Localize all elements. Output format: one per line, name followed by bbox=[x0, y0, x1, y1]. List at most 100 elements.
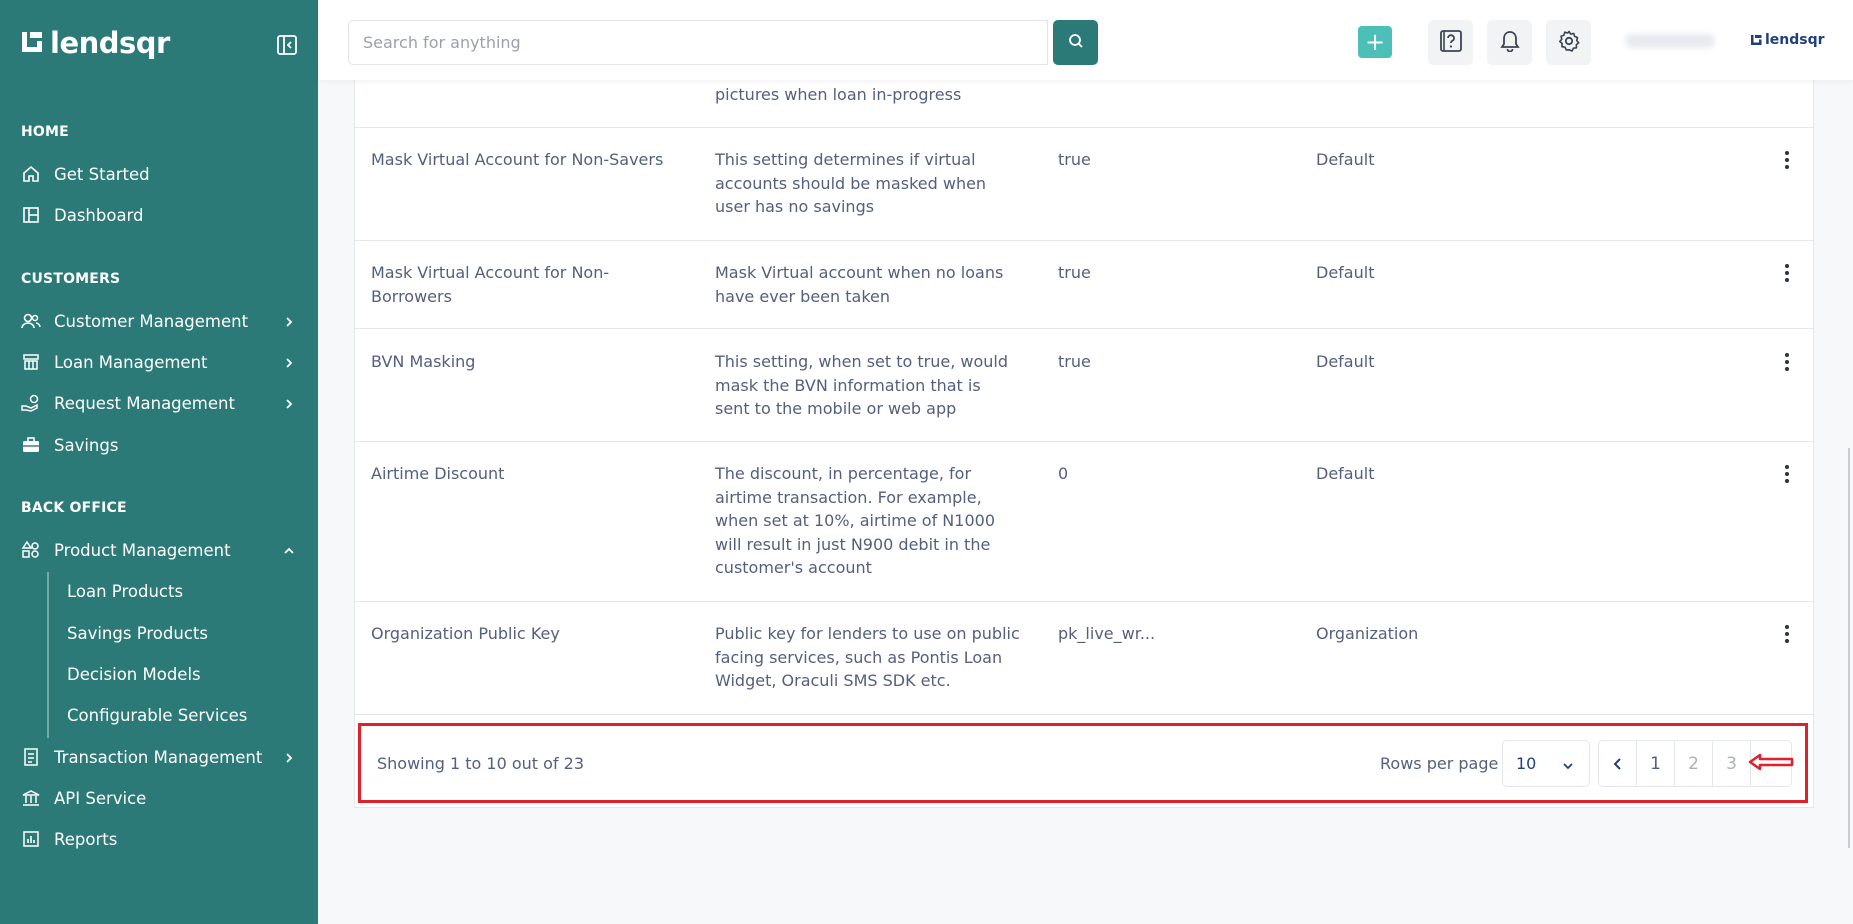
rows-per-page-value: 10 bbox=[1516, 754, 1537, 773]
chevron-right-icon bbox=[282, 314, 296, 328]
sidebar-item-label: Transaction Management bbox=[54, 747, 263, 767]
setting-value: true bbox=[1058, 263, 1091, 282]
setting-value: 0 bbox=[1058, 464, 1069, 483]
setting-description: The discount, in percentage, for airtime… bbox=[715, 464, 995, 577]
more-vertical-icon[interactable] bbox=[1777, 622, 1797, 646]
sidebar-item-get-started[interactable]: Get Started bbox=[0, 156, 318, 192]
setting-value: true bbox=[1058, 150, 1091, 169]
section-home: HOME bbox=[21, 124, 69, 140]
table-row: Mask Virtual Account for Non-Savers This… bbox=[355, 128, 1813, 241]
sidebar-collapse-icon[interactable] bbox=[276, 34, 298, 56]
chevron-right-icon bbox=[282, 355, 296, 369]
shapes-icon bbox=[21, 540, 41, 560]
setting-description: This setting, when set to true, would ma… bbox=[715, 352, 1009, 418]
sidebar-item-reports[interactable]: Reports bbox=[0, 821, 318, 857]
sidebar-item-label: Dashboard bbox=[54, 205, 144, 225]
brand-name: lendsqr bbox=[50, 26, 170, 60]
more-vertical-icon[interactable] bbox=[1777, 261, 1797, 285]
topbar: + lendsqr bbox=[318, 0, 1853, 80]
pagination-bar: Showing 1 to 10 out of 23 Rows per page … bbox=[358, 723, 1808, 803]
briefcase-icon bbox=[21, 435, 41, 455]
home-icon bbox=[21, 164, 41, 184]
bar-chart-icon bbox=[21, 829, 41, 849]
plus-icon: + bbox=[1364, 28, 1386, 56]
sidebar-item-request-management[interactable]: Request Management bbox=[0, 385, 318, 421]
page-3-button[interactable]: 3 bbox=[1713, 741, 1751, 786]
user-name-blurred[interactable] bbox=[1625, 34, 1715, 48]
prev-page-button[interactable] bbox=[1599, 741, 1637, 786]
setting-description: Public key for lenders to use on public … bbox=[715, 624, 1020, 690]
main-content: pictures when loan in-progress Mask Virt… bbox=[318, 0, 1853, 924]
sidebar-item-savings[interactable]: Savings bbox=[0, 427, 318, 463]
setting-type: Default bbox=[1316, 263, 1375, 282]
search-input[interactable] bbox=[348, 20, 1048, 65]
page-2-button[interactable]: 2 bbox=[1675, 741, 1713, 786]
bank-icon bbox=[21, 352, 41, 372]
setting-type: Default bbox=[1316, 352, 1375, 371]
chevron-down-icon bbox=[1561, 758, 1575, 772]
sidebar-item-transaction-management[interactable]: Transaction Management bbox=[0, 739, 318, 775]
sidebar-item-label: Customer Management bbox=[54, 311, 249, 331]
dashboard-icon bbox=[21, 205, 41, 225]
lendsqr-logo-icon bbox=[20, 30, 44, 56]
sidebar-item-label: Savings bbox=[54, 435, 119, 455]
more-vertical-icon[interactable] bbox=[1777, 350, 1797, 374]
submenu-divider bbox=[47, 572, 49, 738]
org-logo: lendsqr bbox=[1750, 32, 1825, 48]
setting-description: This setting determines if virtual accou… bbox=[715, 150, 987, 216]
add-button[interactable]: + bbox=[1358, 26, 1392, 58]
search-icon bbox=[1068, 33, 1084, 53]
section-back-office: BACK OFFICE bbox=[21, 500, 127, 516]
help-button[interactable] bbox=[1428, 20, 1473, 65]
sidebar-item-customer-management[interactable]: Customer Management bbox=[0, 303, 318, 339]
sidebar: lendsqr HOME Get Started Dashboard CUSTO… bbox=[0, 0, 318, 924]
setting-name: Organization Public Key bbox=[371, 624, 560, 643]
setting-value: pk_live_wr... bbox=[1058, 624, 1156, 643]
sidebar-item-label: Reports bbox=[54, 829, 118, 849]
receipt-icon bbox=[21, 747, 41, 767]
table-row: BVN Masking This setting, when set to tr… bbox=[355, 329, 1813, 442]
setting-description: pictures when loan in-progress bbox=[715, 85, 962, 104]
settings-button[interactable] bbox=[1546, 20, 1591, 65]
org-name: lendsqr bbox=[1765, 32, 1825, 48]
lendsqr-small-icon bbox=[1751, 34, 1762, 45]
brand-logo[interactable]: lendsqr bbox=[20, 26, 170, 60]
scrollbar[interactable] bbox=[1845, 448, 1853, 848]
rows-per-page-select[interactable]: 10 bbox=[1502, 740, 1590, 787]
sidebar-item-label: Request Management bbox=[54, 393, 235, 413]
gear-icon bbox=[1558, 30, 1580, 56]
sidebar-subitem-decision-models[interactable]: Decision Models bbox=[67, 665, 201, 684]
setting-name: Mask Virtual Account for Non-Savers bbox=[371, 150, 664, 169]
institution-icon bbox=[21, 788, 41, 808]
sidebar-item-label: Loan Management bbox=[54, 352, 208, 372]
bell-icon bbox=[1499, 30, 1520, 56]
annotation-arrow-icon bbox=[1748, 752, 1796, 772]
setting-name: Airtime Discount bbox=[371, 464, 505, 483]
sidebar-item-api-service[interactable]: API Service bbox=[0, 780, 318, 816]
sidebar-subitem-loan-products[interactable]: Loan Products bbox=[67, 582, 183, 601]
sidebar-item-label: API Service bbox=[54, 788, 147, 808]
users-icon bbox=[21, 311, 41, 331]
notifications-button[interactable] bbox=[1487, 20, 1532, 65]
sidebar-item-dashboard[interactable]: Dashboard bbox=[0, 197, 318, 233]
setting-name: Mask Virtual Account for Non-Borrowers bbox=[371, 263, 610, 306]
chevron-right-icon bbox=[282, 750, 296, 764]
search-button[interactable] bbox=[1053, 20, 1098, 65]
more-vertical-icon[interactable] bbox=[1777, 148, 1797, 172]
setting-value: true bbox=[1058, 352, 1091, 371]
help-icon bbox=[1439, 29, 1462, 56]
setting-description: Mask Virtual account when no loans have … bbox=[715, 263, 1004, 306]
page-1-button[interactable]: 1 bbox=[1637, 741, 1675, 786]
sidebar-item-product-management[interactable]: Product Management bbox=[0, 532, 318, 568]
sidebar-item-label: Get Started bbox=[54, 164, 150, 184]
sidebar-item-loan-management[interactable]: Loan Management bbox=[0, 344, 318, 380]
more-vertical-icon[interactable] bbox=[1777, 462, 1797, 486]
sidebar-subitem-configurable-services[interactable]: Configurable Services bbox=[67, 706, 247, 725]
chevron-up-icon bbox=[282, 543, 296, 557]
setting-type: Default bbox=[1316, 150, 1375, 169]
sidebar-subitem-savings-products[interactable]: Savings Products bbox=[67, 624, 208, 643]
settings-table: pictures when loan in-progress Mask Virt… bbox=[354, 0, 1814, 808]
rows-per-page-label: Rows per page bbox=[1380, 754, 1499, 773]
setting-type: Organization bbox=[1316, 624, 1419, 643]
setting-name: BVN Masking bbox=[371, 352, 476, 371]
